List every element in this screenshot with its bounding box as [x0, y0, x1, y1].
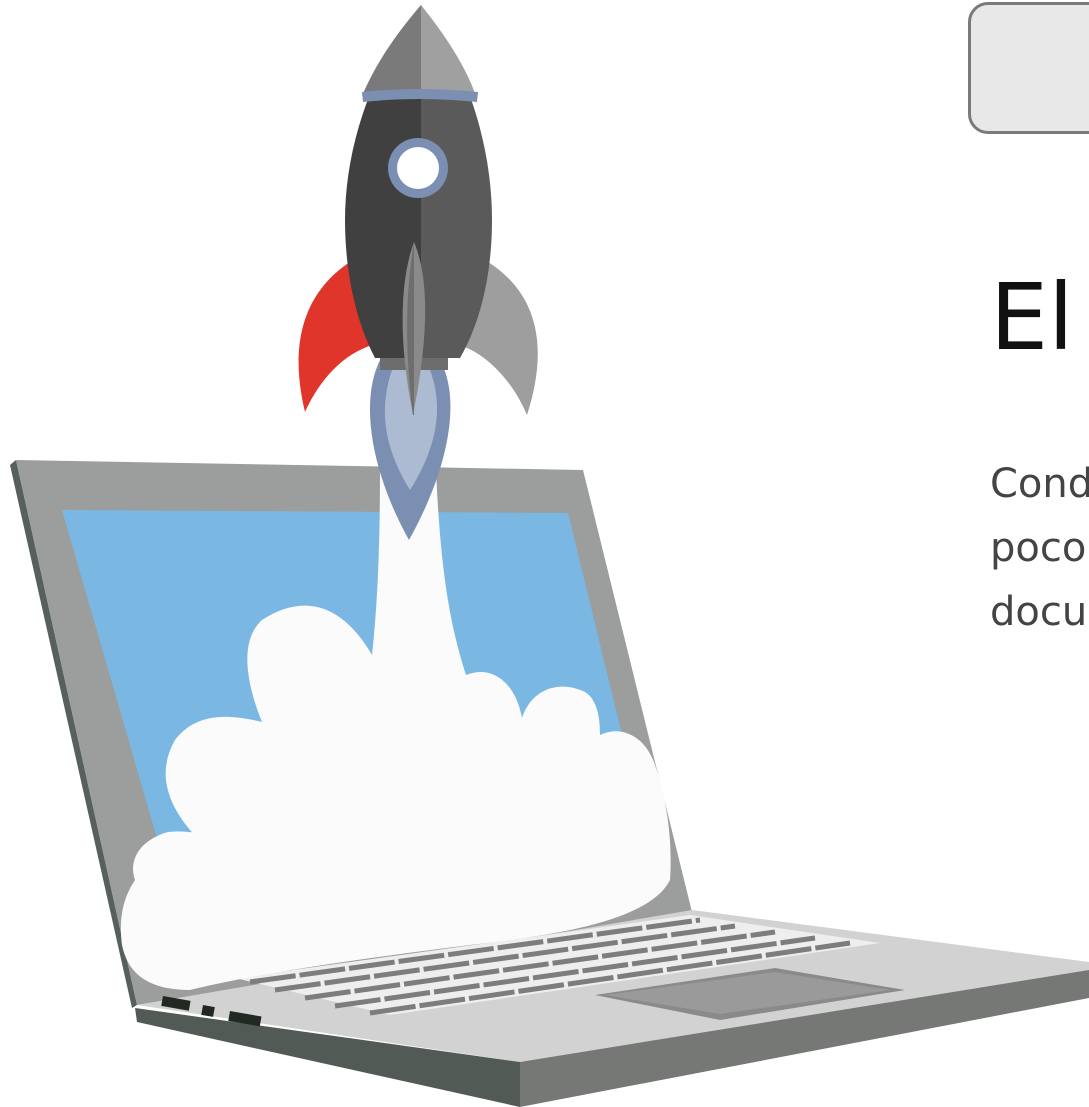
- description-line: Cond: [990, 461, 1089, 507]
- description-line: poco: [990, 525, 1087, 571]
- description-text: Cond poco docu: [990, 452, 1089, 644]
- top-action-button[interactable]: [968, 2, 1089, 134]
- rocket-laptop-illustration: [10, 5, 1089, 1107]
- description-line: docu: [990, 589, 1088, 635]
- page: El Cond poco docu: [0, 0, 1089, 1107]
- rocket-icon: [298, 5, 538, 540]
- page-title: El: [990, 264, 1074, 371]
